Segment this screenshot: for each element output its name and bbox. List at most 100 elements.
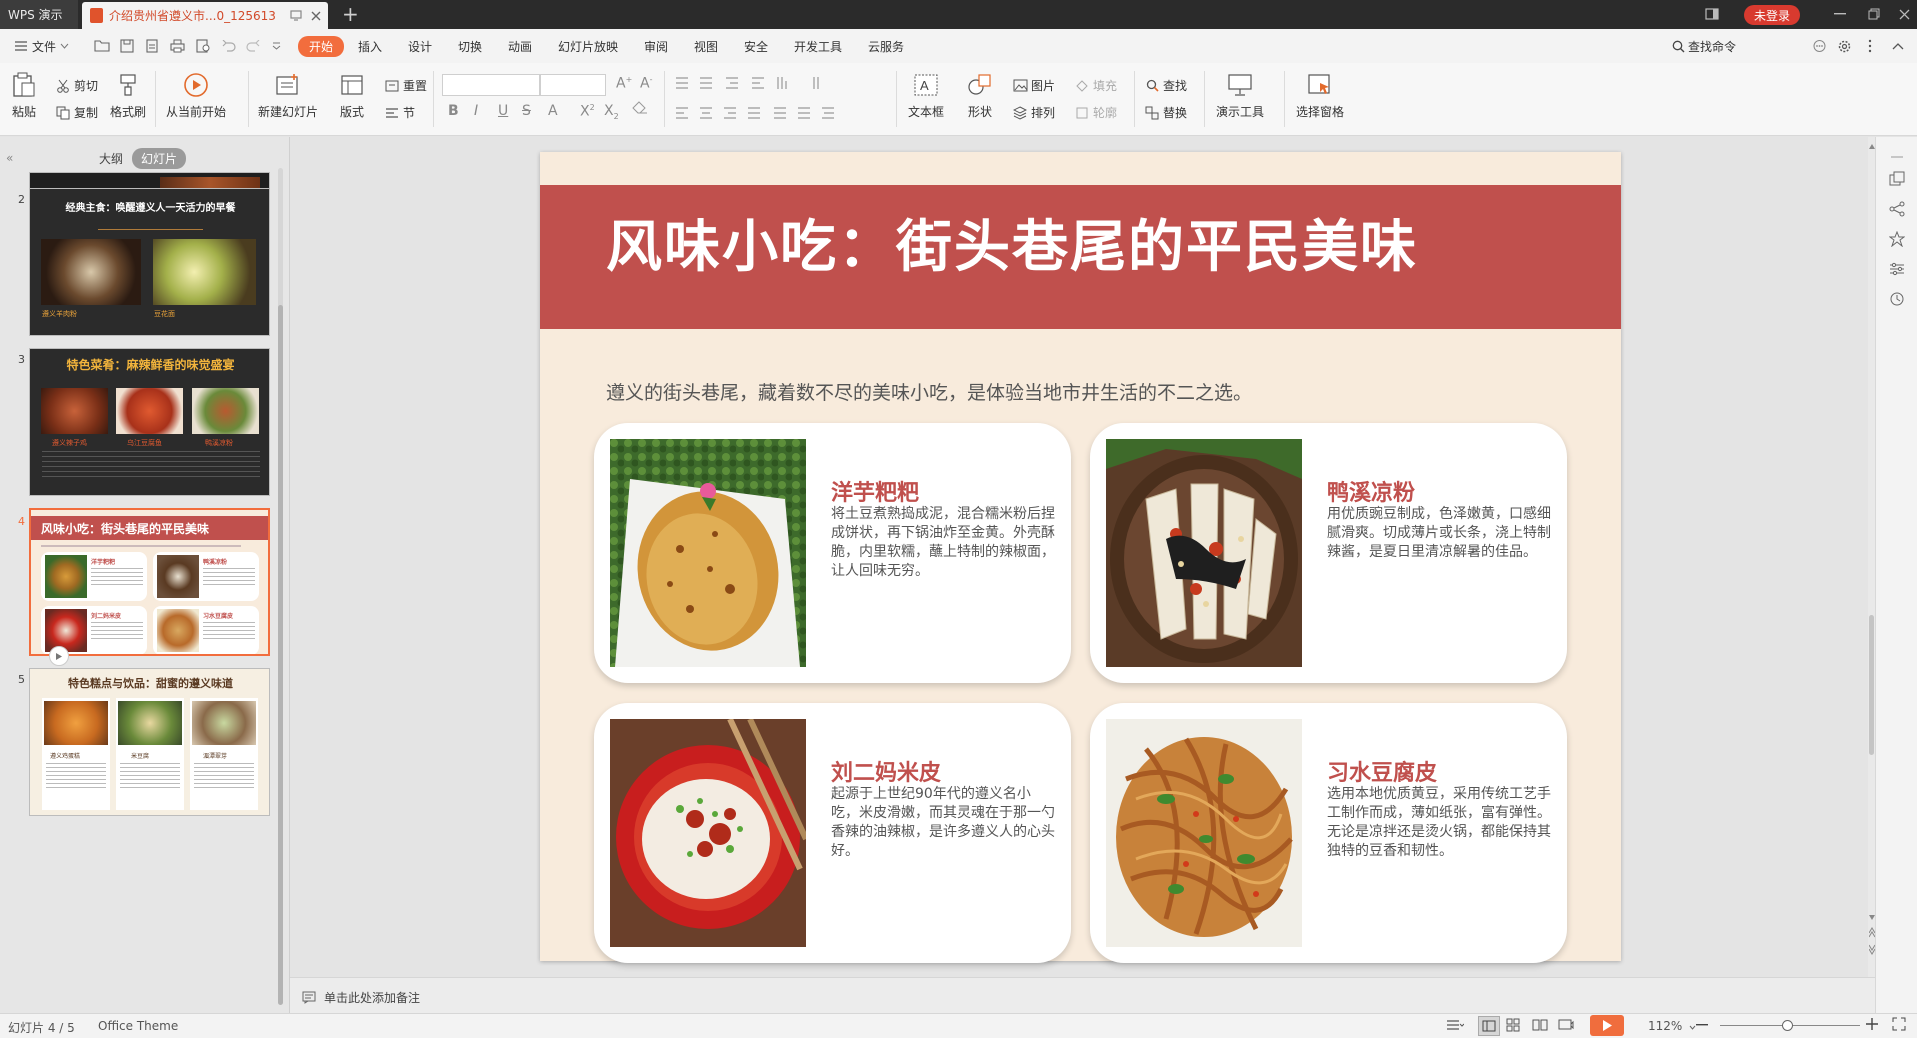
food-title[interactable]: 鸭溪凉粉 [1327, 475, 1415, 507]
window-mode-icon[interactable] [1702, 4, 1722, 24]
tab-outline[interactable]: 大纲 [90, 148, 132, 169]
gear-icon[interactable] [1837, 37, 1852, 55]
close-tab-icon[interactable] [308, 8, 324, 24]
fill-button[interactable]: 填充 [1074, 77, 1117, 94]
slide-thumbnail-3[interactable]: 特色菜肴：麻辣鲜香的味觉盛宴 遵义辣子鸡 乌江豆腐鱼 鸭溪凉粉 [29, 348, 270, 496]
paste-button[interactable]: 粘贴 [10, 71, 38, 120]
zoom-out-icon[interactable] [1696, 1018, 1710, 1032]
more-icon[interactable] [1868, 37, 1872, 55]
slide-thumbnail-2[interactable]: 经典主食：唤醒遵义人一天活力的早餐 遵义羊肉粉 豆花面 [29, 188, 270, 336]
food-description[interactable]: 用优质豌豆制成，色泽嫩黄，口感细腻滑爽。切成薄片或长条，浇上特制辣酱，是夏日里清… [1327, 505, 1552, 562]
section-button[interactable]: 节 [384, 104, 415, 121]
food-card-yaxi-liangfen[interactable]: 鸭溪凉粉 用优质豌豆制成，色泽嫩黄，口感细腻滑爽。切成薄片或长条，浇上特制辣酱，… [1090, 423, 1567, 683]
share-icon[interactable] [1887, 199, 1907, 219]
restore-icon[interactable] [1864, 4, 1884, 24]
eraser-icon[interactable] [632, 101, 648, 115]
tab-view[interactable]: 视图 [694, 37, 718, 55]
login-badge[interactable]: 未登录 [1744, 5, 1800, 25]
presenter-view-icon[interactable] [1558, 1018, 1574, 1032]
animation-pane-icon[interactable] [1887, 229, 1907, 249]
subscript-icon[interactable]: X2 [604, 103, 619, 121]
picture-button[interactable]: 图片 [1012, 77, 1055, 94]
history-icon[interactable] [1887, 289, 1907, 309]
cut-button[interactable]: 剪切 [55, 77, 98, 94]
zoom-slider-handle[interactable] [1782, 1020, 1793, 1031]
replace-button[interactable]: 替换 [1144, 104, 1187, 121]
font-color-icon[interactable]: A [548, 103, 558, 119]
slide-thumbnail-5[interactable]: 特色糕点与饮品：甜蜜的遵义味道 遵义鸡蛋糕 米豆腐 湄潭翠芽 [29, 668, 270, 816]
food-card-yangyu-baba[interactable]: 洋芋粑粑 将土豆煮熟捣成泥，混合糯米粉后捏成饼状，再下锅油炸至金黄。外壳酥脆，内… [594, 423, 1071, 683]
tab-animation[interactable]: 动画 [508, 37, 532, 55]
text-box-button[interactable]: A 文本框 [908, 71, 944, 120]
food-card-liuerma-mipi[interactable]: 刘二妈米皮 起源于上世纪90年代的遵义名小吃，米皮滑嫩，而其灵魂在于那一勺香辣的… [594, 703, 1071, 963]
tab-security[interactable]: 安全 [744, 37, 768, 55]
food-title[interactable]: 习水豆腐皮 [1327, 755, 1437, 787]
font-size-combo[interactable] [540, 74, 606, 96]
notes-toggle-icon[interactable] [1446, 1018, 1464, 1032]
tab-slideshow[interactable]: 幻灯片放映 [558, 37, 618, 55]
food-description[interactable]: 选用本地优质黄豆，采用传统工艺手工制作而成，薄如纸张，富有弹性。无论是凉拌还是烫… [1327, 785, 1552, 861]
collapse-ribbon-icon[interactable] [1892, 37, 1904, 55]
undo-icon[interactable] [222, 37, 236, 55]
app-tab[interactable]: WPS 演示 [0, 0, 78, 29]
tab-start[interactable]: 开始 [298, 36, 344, 57]
paragraph-controls[interactable] [674, 75, 894, 127]
notes-pane[interactable]: 单击此处添加备注 [290, 977, 1875, 1013]
underline-icon[interactable]: U [498, 103, 508, 119]
document-tab[interactable]: 介绍贵州省遵义市...0_125613 [82, 2, 328, 29]
export-pdf-icon[interactable] [145, 37, 159, 55]
present-tools-button[interactable]: 演示工具 [1216, 71, 1264, 120]
file-menu[interactable]: 文件 [14, 37, 69, 55]
slide-title[interactable]: 风味小吃：街头巷尾的平民美味 [606, 202, 1418, 283]
normal-view-icon[interactable] [1478, 1016, 1500, 1036]
decrease-font-icon[interactable]: A- [640, 75, 652, 92]
play-slide-icon[interactable] [49, 646, 69, 666]
tab-cloud[interactable]: 云服务 [868, 37, 904, 55]
fit-window-icon[interactable] [1892, 1017, 1906, 1031]
open-icon[interactable] [94, 37, 110, 55]
new-tab-button[interactable]: + [342, 3, 359, 25]
slides-panel-scroll-thumb[interactable] [278, 305, 283, 1005]
increase-font-icon[interactable]: A+ [616, 75, 632, 92]
tab-design[interactable]: 设计 [408, 37, 432, 55]
find-button[interactable]: 查找 [1144, 77, 1187, 94]
selection-pane-button[interactable]: 选择窗格 [1296, 71, 1344, 120]
notes-placeholder[interactable]: 单击此处添加备注 [302, 989, 420, 1006]
tab-insert[interactable]: 插入 [358, 37, 382, 55]
slide-thumbnail-4[interactable]: 风味小吃：街头巷尾的平民美味 洋芋粑粑 鸭溪凉粉 刘二妈米皮 习水豆腐皮 [29, 508, 270, 656]
chat-icon[interactable] [1812, 37, 1827, 55]
font-name-combo[interactable] [442, 74, 540, 96]
food-title[interactable]: 洋芋粑粑 [831, 475, 919, 507]
reset-button[interactable]: 重置 [384, 77, 427, 94]
outline-button[interactable]: 轮廓 [1074, 104, 1117, 121]
shape-button[interactable]: 形状 [966, 71, 994, 120]
layout-button[interactable]: 版式 [338, 71, 366, 120]
slide-sorter-icon[interactable] [1506, 1018, 1520, 1032]
slide-intro[interactable]: 遵义的街头巷尾，藏着数不尽的美味小吃，是体验当地市井生活的不二之选。 [606, 378, 1252, 405]
tab-review[interactable]: 审阅 [644, 37, 668, 55]
minimize-icon[interactable] [1830, 4, 1850, 24]
redo-icon[interactable] [246, 37, 260, 55]
slide-4[interactable]: 风味小吃：街头巷尾的平民美味 遵义的街头巷尾，藏着数不尽的美味小吃，是体验当地市… [540, 152, 1621, 963]
bold-icon[interactable]: B [448, 103, 459, 119]
quick-access-dropdown-icon[interactable] [272, 37, 281, 55]
reading-view-icon[interactable] [1532, 1018, 1548, 1032]
italic-icon[interactable]: I [474, 103, 478, 119]
collapse-panel-icon[interactable]: « [6, 151, 13, 165]
print-preview-icon[interactable] [196, 37, 211, 55]
save-icon[interactable] [120, 37, 134, 55]
search-command[interactable]: 查找命令 [1672, 37, 1736, 55]
superscript-icon[interactable]: X2 [580, 103, 595, 120]
print-icon[interactable] [170, 37, 185, 55]
copy-button[interactable]: 复制 [55, 104, 98, 121]
food-description[interactable]: 将土豆煮熟捣成泥，混合糯米粉后捏成饼状，再下锅油炸至金黄。外壳酥脆，内里软糯，蘸… [831, 505, 1056, 581]
tab-transition[interactable]: 切换 [458, 37, 482, 55]
arrange-button[interactable]: 排列 [1012, 104, 1055, 121]
settings-sliders-icon[interactable] [1887, 259, 1907, 279]
play-from-current-button[interactable]: 从当前开始 [166, 71, 226, 120]
collapse-right-icon[interactable] [1887, 147, 1907, 167]
strikethrough-icon[interactable]: S [522, 103, 531, 119]
canvas-scrollbar[interactable] [1868, 137, 1875, 977]
food-card-xishui-doufupi[interactable]: 习水豆腐皮 选用本地优质黄豆，采用传统工艺手工制作而成，薄如纸张，富有弹性。无论… [1090, 703, 1567, 963]
monitor-icon[interactable] [288, 8, 304, 24]
